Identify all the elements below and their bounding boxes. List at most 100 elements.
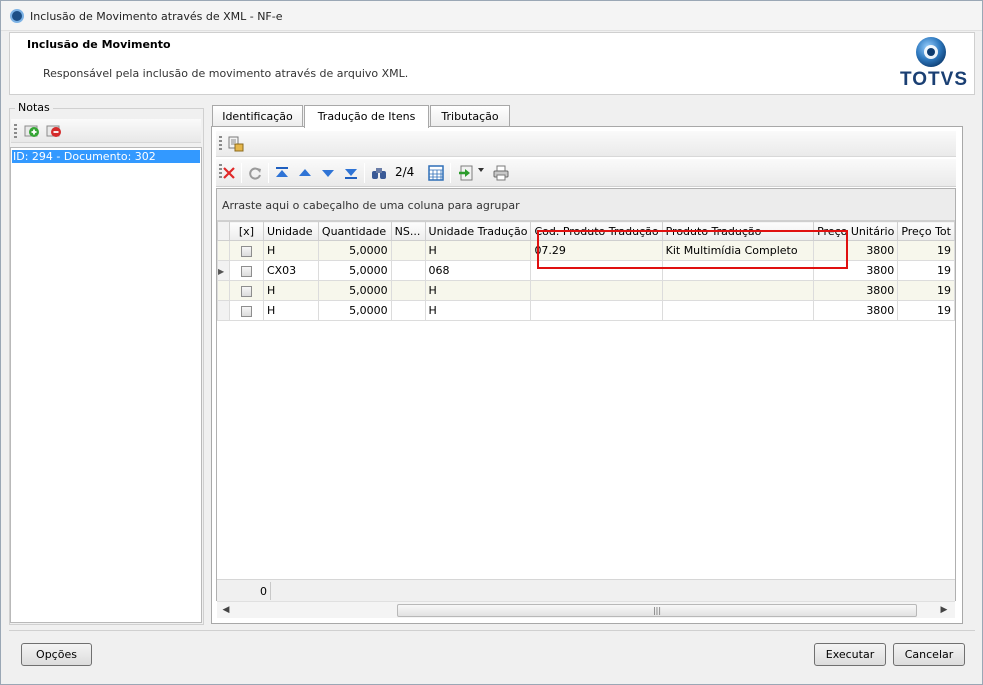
footer-separator <box>270 582 271 600</box>
cell-preco-total[interactable]: 19 <box>897 260 955 281</box>
logo-text: TOTVS <box>900 69 968 90</box>
delete-icon[interactable] <box>221 165 237 181</box>
row-indicator[interactable] <box>217 300 230 321</box>
cell-cod-produto-traducao[interactable] <box>530 300 663 321</box>
tab-identificacao[interactable]: Identificação <box>212 105 303 127</box>
next-record-icon[interactable] <box>320 165 336 181</box>
main-window: Inclusão de Movimento através de XML - N… <box>0 0 983 685</box>
cell-produto-traducao[interactable] <box>661 300 815 321</box>
cell-unidade-traducao[interactable]: H <box>424 240 532 261</box>
cell-quantidade[interactable]: 5,0000 <box>317 260 392 281</box>
cell-preco-unitario[interactable]: 3800 <box>813 300 899 321</box>
column-header-ns[interactable]: NS... <box>390 221 426 241</box>
pager-text: 2/4 <box>395 165 415 179</box>
notas-toolbar <box>11 119 201 143</box>
cell-quantidade[interactable]: 5,0000 <box>317 280 392 301</box>
export-dropdown-arrow-icon[interactable] <box>478 168 484 172</box>
table-row[interactable]: H 5,0000 H 3800 19 <box>217 280 955 301</box>
cell-unidade-traducao[interactable]: H <box>424 280 532 301</box>
cell-preco-total[interactable]: 19 <box>897 300 955 321</box>
remove-note-icon[interactable] <box>46 123 62 139</box>
column-header-unidade[interactable]: Unidade <box>262 221 319 241</box>
print-icon[interactable] <box>493 165 509 181</box>
toolbar-grip[interactable] <box>219 136 222 150</box>
cell-unidade[interactable]: H <box>262 280 319 301</box>
cell-ns[interactable] <box>390 280 426 301</box>
row-indicator[interactable] <box>217 240 230 261</box>
cell-ns[interactable] <box>390 240 426 261</box>
import-xml-icon[interactable] <box>228 136 244 152</box>
calendar-grid-icon[interactable] <box>428 165 444 181</box>
group-by-panel[interactable]: Arraste aqui o cabeçalho de uma coluna p… <box>217 189 955 221</box>
scroll-left-icon[interactable]: ◀ <box>219 604 233 617</box>
cell-quantidade[interactable]: 5,0000 <box>317 300 392 321</box>
horizontal-scrollbar[interactable]: ◀ ||| ▶ <box>217 601 955 618</box>
cell-unidade-traducao[interactable]: 068 <box>424 260 532 281</box>
toolbar-separator <box>241 163 242 183</box>
row-checkbox[interactable] <box>240 285 252 297</box>
cell-preco-unitario[interactable]: 3800 <box>813 280 899 301</box>
scroll-thumb[interactable]: ||| <box>397 604 917 617</box>
row-checkbox[interactable] <box>240 245 252 257</box>
previous-record-icon[interactable] <box>297 165 313 181</box>
toolbar-separator <box>450 163 451 183</box>
column-header-unidade-traducao[interactable]: Unidade Tradução <box>424 221 532 241</box>
cancelar-button[interactable]: Cancelar <box>893 643 965 666</box>
notas-list[interactable]: ID: 294 - Documento: 302 <box>10 147 202 623</box>
find-binoculars-icon[interactable] <box>371 165 387 181</box>
app-icon <box>10 9 24 23</box>
toolbar-separator <box>364 163 365 183</box>
footer-count: 0 <box>260 585 267 598</box>
row-indicator-header <box>217 221 230 241</box>
row-checkbox-cell[interactable] <box>228 300 264 321</box>
toolbar-separator <box>268 163 269 183</box>
page-title: Inclusão de Movimento <box>27 38 171 51</box>
row-checkbox-cell[interactable] <box>228 240 264 261</box>
cell-unidade-traducao[interactable]: H <box>424 300 532 321</box>
row-checkbox[interactable] <box>240 305 252 317</box>
list-item[interactable]: ID: 294 - Documento: 302 <box>12 150 200 163</box>
header-panel: Inclusão de Movimento Responsável pela i… <box>9 32 975 95</box>
cell-ns[interactable] <box>390 260 426 281</box>
logo-globe-icon <box>916 37 946 67</box>
refresh-icon[interactable] <box>247 165 263 181</box>
first-record-icon[interactable] <box>274 165 290 181</box>
row-indicator[interactable]: ▶ <box>217 260 230 281</box>
row-checkbox[interactable] <box>240 265 252 277</box>
grid-footer: 0 <box>217 579 955 601</box>
cell-unidade[interactable]: CX03 <box>262 260 319 281</box>
page-subtitle: Responsável pela inclusão de movimento a… <box>43 67 409 80</box>
row-checkbox-cell[interactable] <box>228 260 264 281</box>
cell-quantidade[interactable]: 5,0000 <box>317 240 392 261</box>
cell-unidade[interactable]: H <box>262 300 319 321</box>
cell-unidade[interactable]: H <box>262 240 319 261</box>
opcoes-button[interactable]: Opções <box>21 643 92 666</box>
column-header-quantidade[interactable]: Quantidade <box>317 221 392 241</box>
tab-tributacao[interactable]: Tributação <box>430 105 510 127</box>
column-header-check[interactable]: [x] <box>228 221 264 241</box>
title-bar: Inclusão de Movimento através de XML - N… <box>1 1 982 31</box>
column-header-preco-total[interactable]: Preço Tot <box>897 221 955 241</box>
cell-preco-total[interactable]: 19 <box>897 240 955 261</box>
add-note-icon[interactable] <box>24 123 40 139</box>
cell-produto-traducao[interactable] <box>661 280 815 301</box>
current-row-arrow-icon: ▶ <box>218 267 225 276</box>
cell-preco-total[interactable]: 19 <box>897 280 955 301</box>
cell-cod-produto-traducao[interactable] <box>530 280 663 301</box>
row-indicator[interactable] <box>217 280 230 301</box>
scroll-right-icon[interactable]: ▶ <box>937 604 951 617</box>
grid-toolbar-top <box>216 131 956 157</box>
cell-ns[interactable] <box>390 300 426 321</box>
window-title: Inclusão de Movimento através de XML - N… <box>30 10 283 23</box>
totvs-logo: TOTVS <box>900 37 968 93</box>
export-icon[interactable] <box>458 165 474 181</box>
executar-button[interactable]: Executar <box>814 643 886 666</box>
annotation-highlight-box <box>537 230 848 269</box>
grid-toolbar-nav: 2/4 <box>216 159 956 187</box>
row-checkbox-cell[interactable] <box>228 280 264 301</box>
last-record-icon[interactable] <box>343 165 359 181</box>
group-by-hint: Arraste aqui o cabeçalho de uma coluna p… <box>222 199 520 212</box>
tab-traducao-itens[interactable]: Tradução de Itens <box>304 105 429 128</box>
toolbar-grip[interactable] <box>14 124 17 138</box>
table-row[interactable]: H 5,0000 H 3800 19 <box>217 300 955 321</box>
